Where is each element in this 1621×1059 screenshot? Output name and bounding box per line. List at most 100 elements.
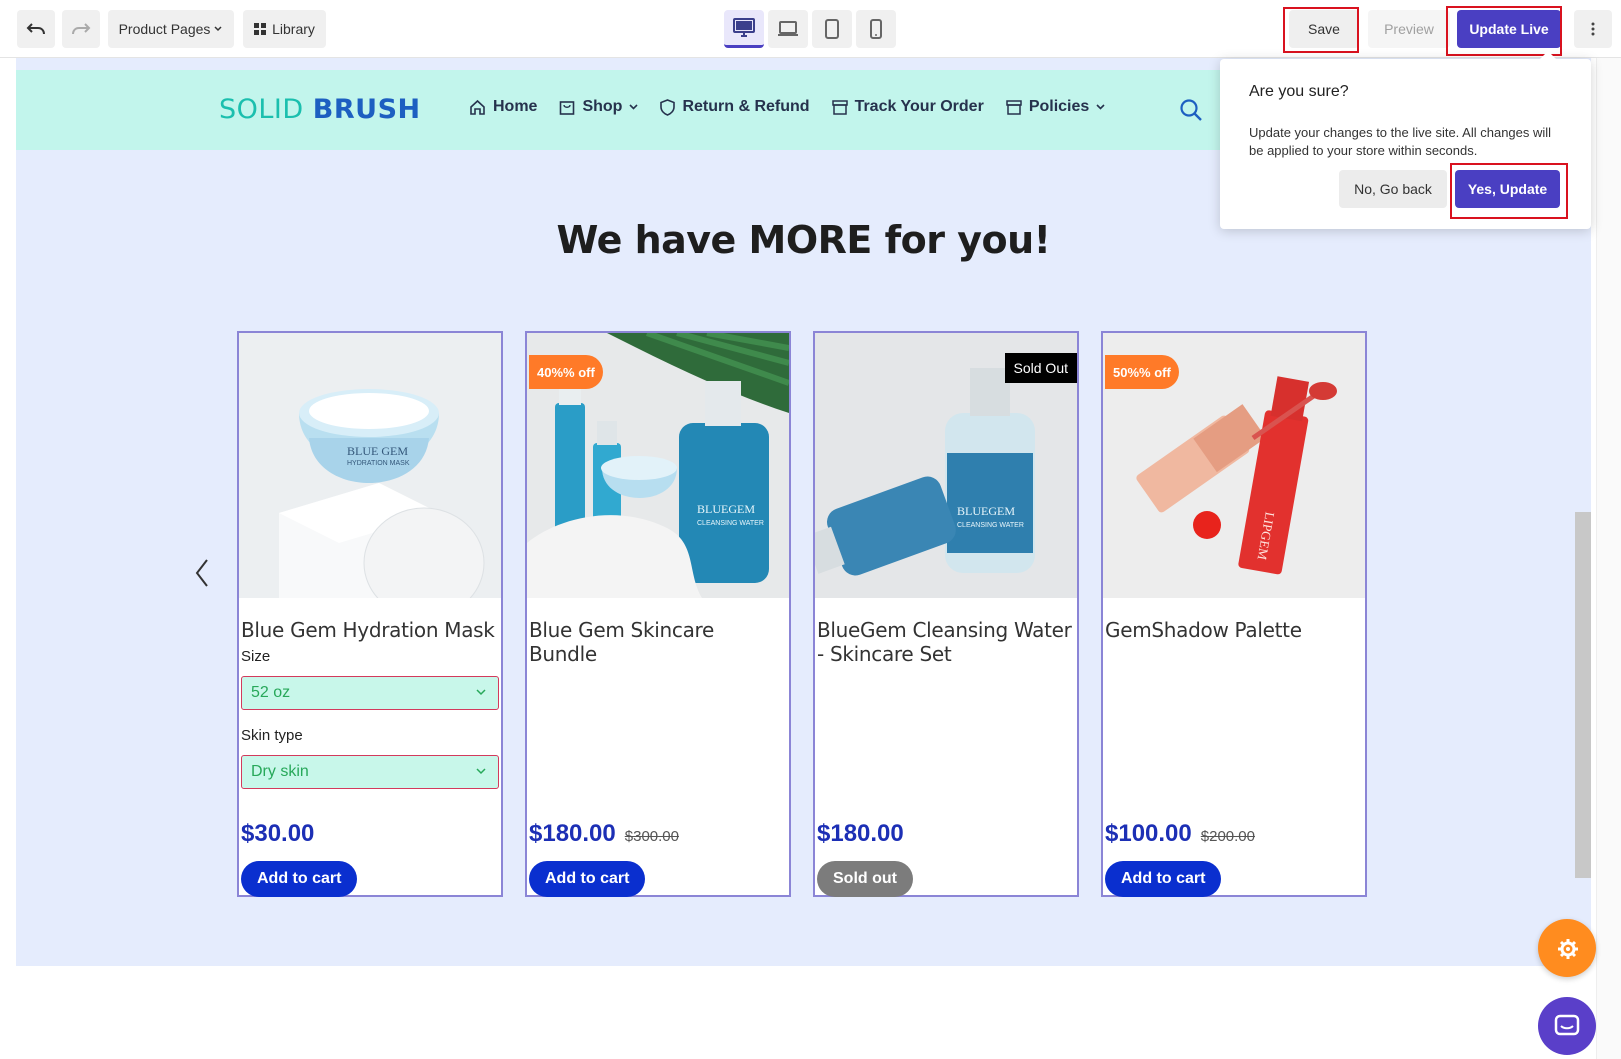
original-price: $200.00 [1200,828,1255,845]
box-icon [831,99,848,115]
shop-bag-icon [560,100,575,115]
product-pages-dropdown[interactable]: Product Pages [108,10,234,48]
product-image[interactable]: BLUEGEM CLEANSING WATER 40%% off [527,333,789,598]
nav-shop[interactable]: Shop [559,98,639,116]
product-price: $180.00 $300.00 [529,820,679,848]
original-price: $300.00 [624,828,679,845]
grid-icon [254,23,267,35]
chevron-down-icon [629,103,639,110]
discount-badge: 40%% off [529,355,603,389]
popover-title: Are you sure? [1249,83,1349,100]
footer-section [16,966,1591,1059]
device-tablet-button[interactable] [812,10,852,48]
page-scrollbar[interactable] [1596,58,1621,1059]
nav-home-label: Home [493,98,538,115]
product-name[interactable]: Blue Gem Hydration Mask [241,618,499,642]
size-select[interactable]: 52 oz [241,676,499,710]
update-confirm-popover: Are you sure? Update your changes to the… [1220,51,1591,229]
chat-fab[interactable] [1538,997,1596,1055]
site-logo[interactable]: SOLID BRUSH [219,94,421,125]
no-go-back-button[interactable]: No, Go back [1339,170,1447,208]
chat-icon [1554,1014,1580,1036]
device-laptop-button[interactable] [768,10,808,48]
undo-button[interactable] [17,10,55,48]
settings-fab[interactable] [1538,919,1596,977]
chevron-left-icon [195,559,208,587]
nav-return-refund[interactable]: Return & Refund [660,98,810,116]
chevron-down-icon [214,26,222,32]
redo-icon [72,23,91,35]
current-price: $30.00 [241,820,315,847]
yes-update-button[interactable]: Yes, Update [1455,170,1560,208]
product-image[interactable]: LIPGEM 50%% off [1103,333,1365,598]
product-card[interactable]: LIPGEM 50%% off GemShadow Palette $100.0… [1101,331,1367,897]
product-card[interactable]: BLUEGEM CLEANSING WATER 40%% off Blue Ge… [525,331,791,897]
preview-button[interactable]: Preview [1368,10,1450,48]
chevron-down-icon [476,689,486,696]
redo-button[interactable] [62,10,100,48]
nav-track-order-label: Track Your Order [854,98,984,115]
bottle-subtext: CLEANSING WATER [697,520,764,527]
popover-message: Update your changes to the live site. Al… [1249,125,1552,158]
mobile-icon [870,19,882,39]
current-price: $180.00 [817,820,904,847]
bottle-subtext: CLEANSING WATER [957,522,1024,529]
home-icon [470,99,485,115]
editor-toolbar: Product Pages Library Save Preview Updat… [0,0,1621,58]
product-name[interactable]: BlueGem Cleansing Water - Skincare Set [817,618,1075,666]
device-desktop-button[interactable] [724,10,764,48]
product-card[interactable]: BLUE GEM HYDRATION MASK Blue Gem Hydrati… [237,331,503,897]
nav-track-order[interactable]: Track Your Order [831,98,984,116]
discount-badge: 50%% off [1105,355,1179,389]
nav-return-refund-label: Return & Refund [682,98,810,115]
current-price: $180.00 [529,820,616,847]
product-name[interactable]: GemShadow Palette [1105,618,1363,642]
product-price: $180.00 [817,820,904,848]
search-icon[interactable] [1179,98,1203,127]
library-button[interactable]: Library [243,10,326,48]
chevron-down-icon [1096,103,1105,110]
main-nav: Home Shop Return & Refund Track Your Ord… [469,98,1127,116]
undo-icon [26,23,45,35]
bottle-text: BLUEGEM [697,502,755,516]
product-pages-label: Product Pages [118,21,211,37]
skin-type-value: Dry skin [251,763,309,780]
product-card[interactable]: BLUEGEM CLEANSING WATER Sold Out BlueGem… [813,331,1079,897]
jar-subtext: HYDRATION MASK [347,460,410,467]
more-options-button[interactable] [1574,10,1612,48]
logo-part-1: SOLID [219,94,304,125]
add-to-cart-button[interactable]: Add to cart [1105,861,1222,897]
gears-icon [1558,939,1578,959]
chevron-down-icon [476,768,486,775]
add-to-cart-button[interactable]: Add to cart [529,861,646,897]
product-image[interactable]: BLUE GEM HYDRATION MASK [239,333,501,598]
shield-icon [660,98,676,116]
device-mobile-button[interactable] [856,10,896,48]
nav-policies-label: Policies [1028,98,1090,115]
nav-policies[interactable]: Policies [1006,98,1105,116]
save-button[interactable]: Save [1289,10,1359,48]
skin-type-label: Skin type [241,727,303,744]
bottle-text: BLUEGEM [957,504,1015,518]
canvas-scrollbar[interactable] [1575,512,1591,878]
product-image[interactable]: BLUEGEM CLEANSING WATER Sold Out [815,333,1077,598]
library-label: Library [272,21,315,37]
size-label: Size [241,648,271,665]
add-to-cart-button[interactable]: Add to cart [241,861,358,897]
kebab-icon [1591,22,1595,36]
current-price: $100.00 [1105,820,1192,847]
carousel-prev-arrow[interactable] [194,558,210,593]
nav-home[interactable]: Home [469,98,537,116]
product-name[interactable]: Blue Gem Skincare Bundle [529,618,787,666]
product-price: $100.00 $200.00 [1105,820,1255,848]
size-value: 52 oz [251,684,291,701]
logo-part-2: BRUSH [312,94,421,125]
desktop-icon [733,17,755,37]
hydration-mask-image: BLUE GEM HYDRATION MASK [239,333,501,598]
sold-out-button[interactable]: Sold out [817,861,913,897]
product-price: $30.00 [241,820,314,848]
update-live-button[interactable]: Update Live [1457,10,1561,48]
jar-text: BLUE GEM [347,444,408,458]
skin-type-select[interactable]: Dry skin [241,755,499,789]
nav-shop-label: Shop [582,98,623,115]
